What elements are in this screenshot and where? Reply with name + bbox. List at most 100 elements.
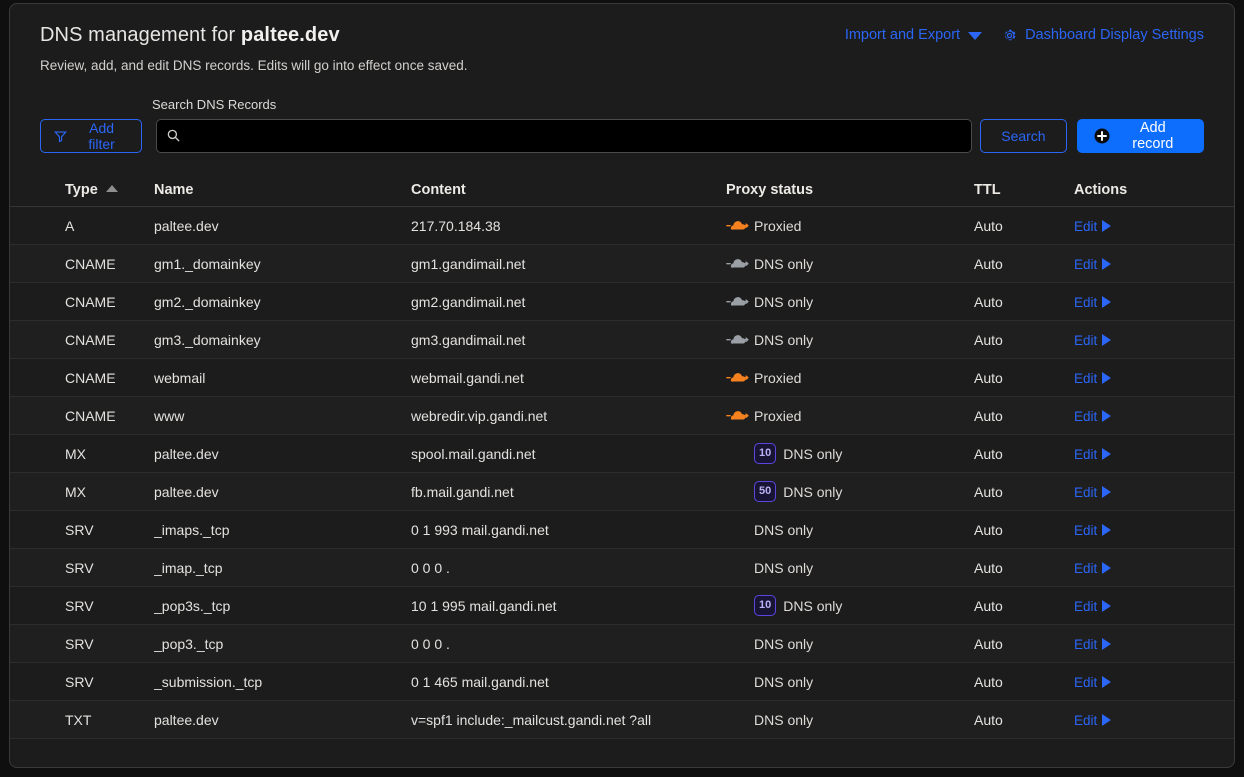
cell-actions: Edit	[1074, 712, 1234, 728]
cell-ttl: Auto	[974, 445, 1003, 462]
dns-records-table: Type Name Content Proxy status TTL Actio…	[10, 173, 1234, 739]
sort-ascending-icon	[105, 184, 118, 192]
cell-content: 10 1 995 mail.gandi.net	[411, 597, 557, 614]
cell-type: CNAME	[65, 293, 116, 310]
edit-record-link[interactable]: Edit	[1074, 409, 1112, 424]
edit-record-link[interactable]: Edit	[1074, 675, 1112, 690]
search-button[interactable]: Search	[980, 119, 1067, 153]
edit-record-link[interactable]: Edit	[1074, 485, 1112, 500]
column-header-type-label: Type	[65, 181, 98, 198]
cell-proxy-status: DNS only	[726, 674, 974, 690]
table-row: SRV _pop3s._tcp 10 1 995 mail.gandi.net 10 D…	[10, 587, 1234, 625]
triangle-right-icon	[1102, 334, 1112, 346]
triangle-right-icon	[1102, 524, 1112, 536]
cell-content: v=spf1 include:_mailcust.gandi.net ?all	[411, 711, 652, 728]
edit-record-link[interactable]: Edit	[1074, 561, 1112, 576]
cell-ttl: Auto	[974, 635, 1003, 652]
edit-label: Edit	[1074, 598, 1098, 614]
edit-record-link[interactable]: Edit	[1074, 371, 1112, 386]
add-filter-button[interactable]: Add filter	[40, 119, 143, 153]
gear-icon	[1002, 28, 1017, 43]
cell-proxy-status: 10 DNS only	[726, 595, 974, 616]
cell-type: CNAME	[65, 407, 116, 424]
cell-name: _imap._tcp	[154, 559, 223, 576]
cell-type: MX	[65, 445, 86, 462]
triangle-right-icon	[1102, 714, 1112, 726]
proxy-status-label: Proxied	[754, 407, 802, 424]
cell-name: _imaps._tcp	[154, 521, 230, 538]
table-row: CNAME webmail webmail.gandi.net Proxied Auto…	[10, 359, 1234, 397]
proxy-status-label: DNS only	[754, 673, 814, 690]
cell-ttl: Auto	[974, 673, 1003, 690]
priority-badge: 10	[754, 595, 777, 616]
edit-record-link[interactable]: Edit	[1074, 295, 1112, 310]
priority-badge: 50	[754, 481, 777, 502]
edit-label: Edit	[1074, 446, 1098, 462]
cell-content: webredir.vip.gandi.net	[411, 407, 548, 424]
edit-record-link[interactable]: Edit	[1074, 637, 1112, 652]
edit-record-link[interactable]: Edit	[1074, 598, 1112, 614]
cell-actions: Edit	[1074, 218, 1234, 234]
cell-name: paltee.dev	[154, 445, 219, 462]
search-input[interactable]	[156, 119, 973, 153]
cell-actions: Edit	[1074, 370, 1234, 386]
column-header-type[interactable]: Type	[10, 182, 154, 198]
table-row: SRV _submission._tcp 0 1 465 mail.gandi.ne…	[10, 663, 1234, 701]
search-input-label: Search DNS Records	[152, 97, 277, 112]
cell-ttl: Auto	[974, 293, 1003, 310]
table-header-row: Type Name Content Proxy status TTL Actio…	[10, 173, 1234, 207]
cell-type: TXT	[65, 711, 92, 728]
cell-ttl: Auto	[974, 483, 1003, 500]
page-title-prefix: DNS management for	[40, 24, 241, 46]
toolbar: Search DNS Records Add filter Search Add…	[40, 97, 1205, 153]
column-header-ttl[interactable]: TTL	[974, 182, 1074, 198]
cell-name: gm3._domainkey	[154, 331, 261, 348]
cell-ttl: Auto	[974, 711, 1003, 728]
add-record-button[interactable]: Add record	[1076, 119, 1205, 153]
edit-record-link[interactable]: Edit	[1074, 333, 1112, 348]
edit-record-link[interactable]: Edit	[1074, 446, 1112, 462]
header-actions: Import and Export Dashboard Display Sett…	[845, 22, 1204, 43]
priority-badge: 10	[754, 443, 777, 464]
cell-name: _pop3._tcp	[154, 635, 224, 652]
cell-type: SRV	[65, 673, 94, 690]
table-row: SRV _imap._tcp 0 0 0 . DNS only Auto Edit	[10, 549, 1234, 587]
column-header-actions: Actions	[1074, 181, 1128, 198]
edit-record-link[interactable]: Edit	[1074, 523, 1112, 538]
cell-content: 217.70.184.38	[411, 217, 501, 234]
edit-record-link[interactable]: Edit	[1074, 257, 1112, 272]
cell-actions: Edit	[1074, 256, 1234, 272]
proxy-status-label: DNS only	[754, 711, 814, 728]
import-and-export-label: Import and Export	[844, 27, 961, 43]
cloud-proxied-icon	[726, 408, 754, 423]
dashboard-display-settings-link[interactable]: Dashboard Display Settings	[1002, 27, 1204, 43]
cell-content: 0 0 0 .	[411, 559, 450, 576]
cell-proxy-status: Proxied	[726, 408, 974, 424]
column-header-content[interactable]: Content	[411, 182, 726, 198]
column-header-proxy-status[interactable]: Proxy status	[726, 182, 974, 198]
cell-type: A	[65, 217, 75, 234]
edit-record-link[interactable]: Edit	[1074, 219, 1112, 234]
cell-name: www	[154, 407, 185, 424]
table-row: MX paltee.dev spool.mail.gandi.net 10 DNS on…	[10, 435, 1234, 473]
proxy-status-label: DNS only	[754, 255, 814, 272]
cell-proxy-status: DNS only	[726, 256, 974, 272]
cell-type: SRV	[65, 597, 94, 614]
cell-ttl: Auto	[974, 407, 1003, 424]
cell-content: gm2.gandimail.net	[411, 293, 526, 310]
cell-content: 0 1 993 mail.gandi.net	[411, 521, 549, 538]
proxy-status-label: DNS only	[783, 445, 843, 462]
cell-proxy-status: 10 DNS only	[726, 443, 974, 464]
table-row: SRV _imaps._tcp 0 1 993 mail.gandi.net DNS …	[10, 511, 1234, 549]
table-row: CNAME gm1._domainkey gm1.gandimail.net DNS …	[10, 245, 1234, 283]
funnel-icon	[53, 130, 68, 143]
column-header-name[interactable]: Name	[154, 182, 411, 198]
cloud-dns-only-icon	[726, 294, 754, 309]
page-subtitle: Review, add, and edit DNS records. Edits…	[40, 58, 468, 73]
edit-record-link[interactable]: Edit	[1074, 713, 1112, 728]
cell-actions: Edit	[1074, 636, 1234, 652]
cell-actions: Edit	[1074, 560, 1234, 576]
import-and-export-menu[interactable]: Import and Export	[844, 27, 983, 43]
add-filter-label: Add filter	[88, 120, 115, 152]
cell-actions: Edit	[1074, 598, 1234, 614]
